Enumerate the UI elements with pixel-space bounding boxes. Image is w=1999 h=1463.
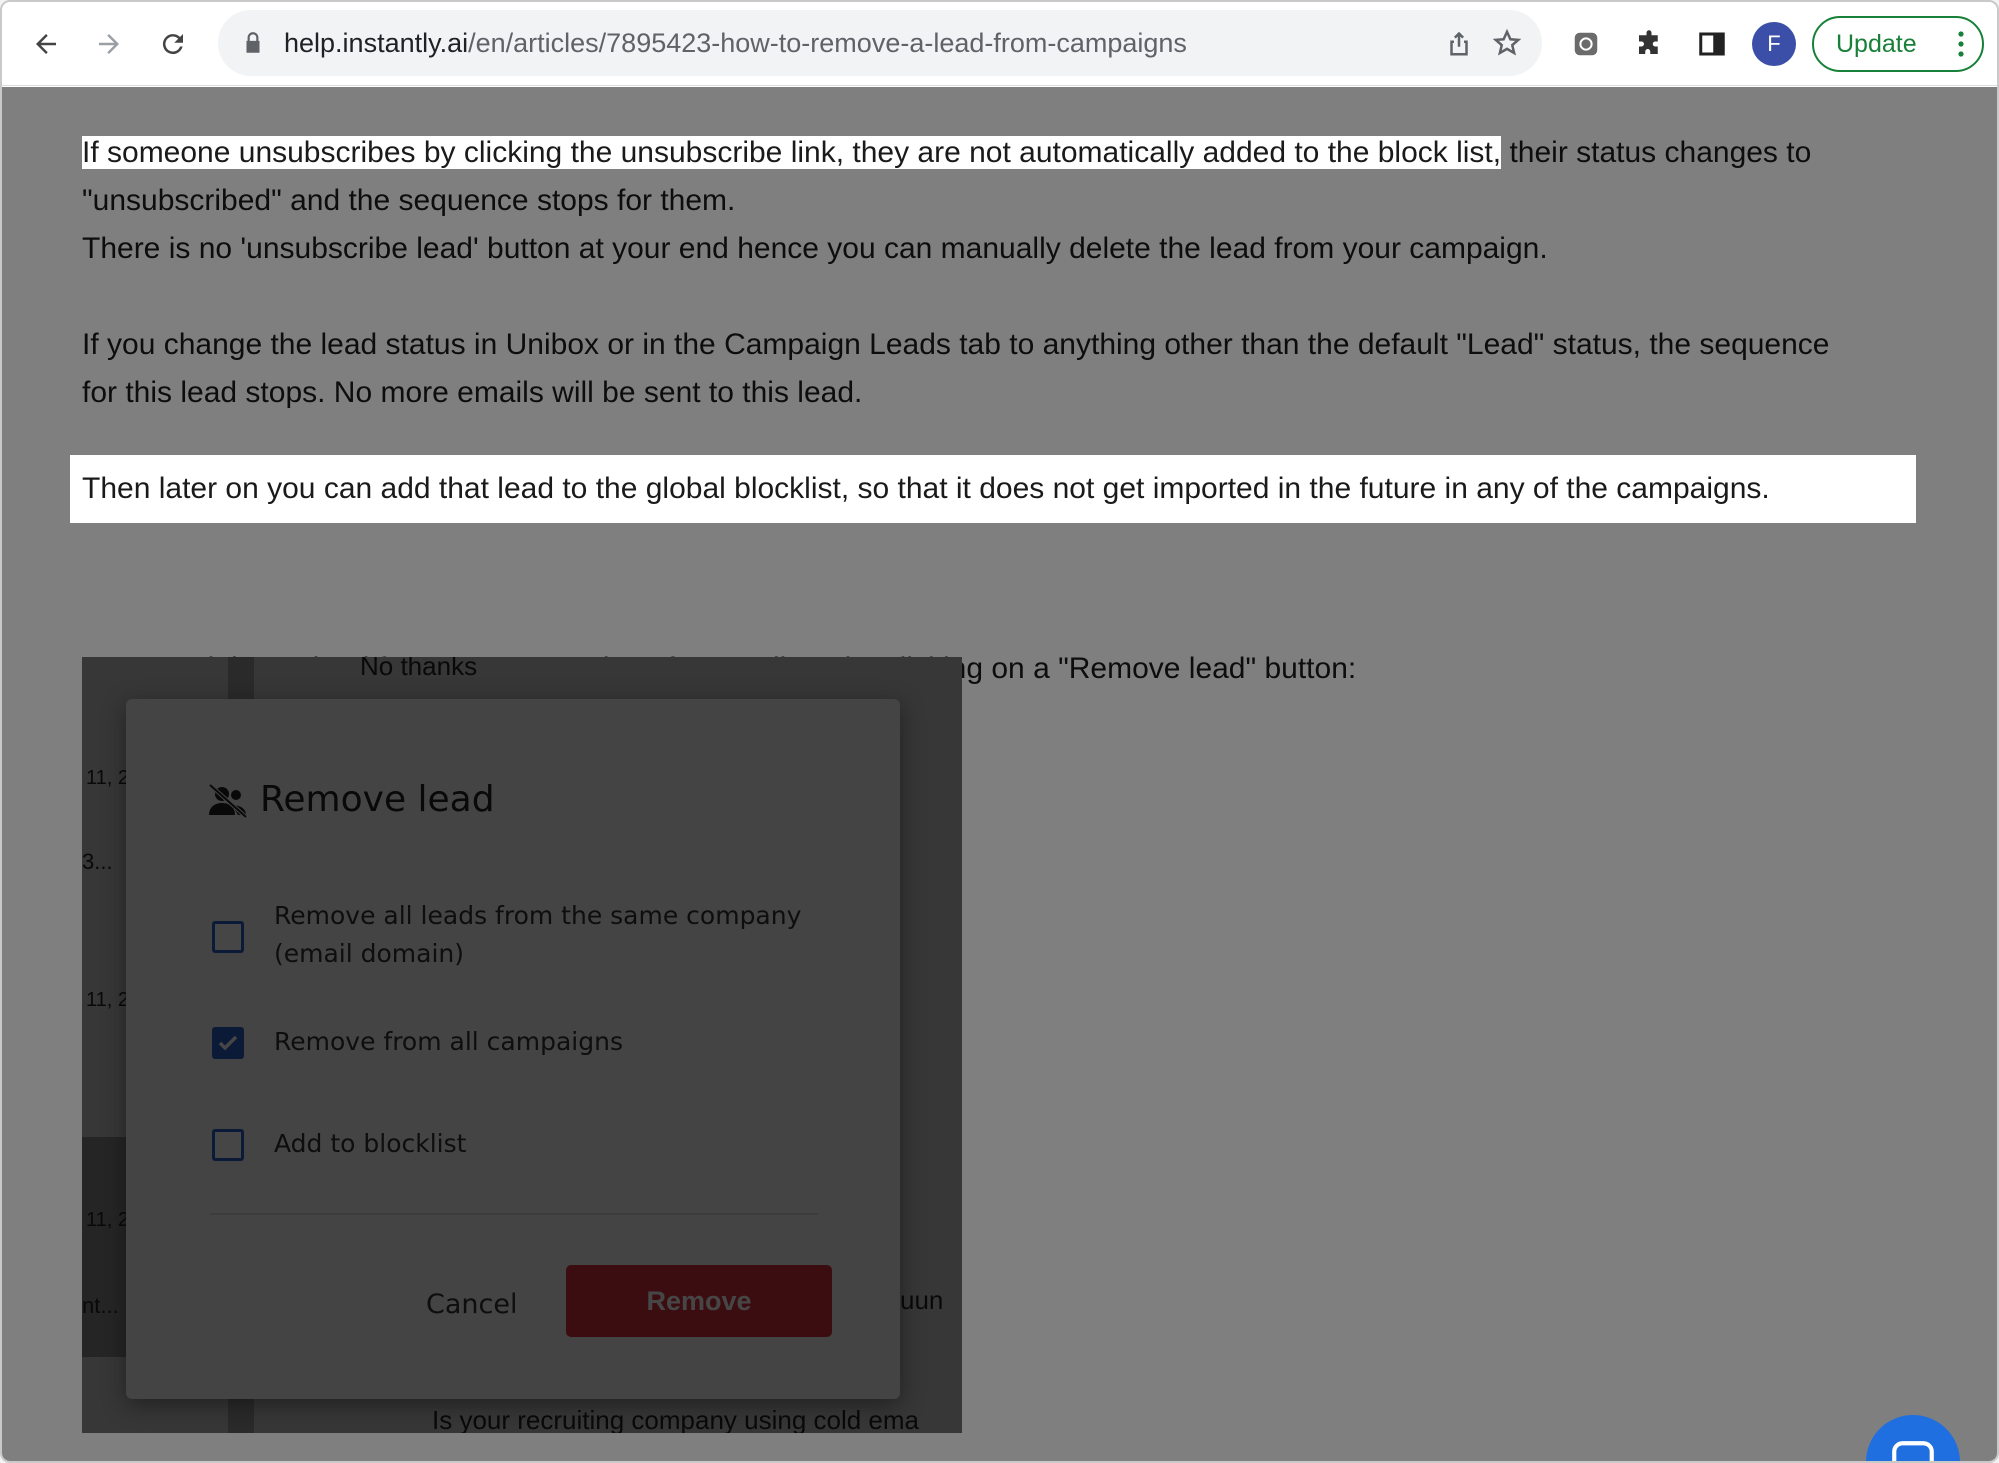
share-icon[interactable] <box>1444 28 1474 58</box>
side-panel-button[interactable] <box>1688 20 1736 68</box>
highlighted-block: Then later on you can add that lead to t… <box>70 455 1916 523</box>
arrow-right-icon <box>99 34 119 54</box>
article-content: If someone unsubscribes by clicking the … <box>2 87 1997 1461</box>
reload-icon <box>162 34 183 55</box>
extension-icon <box>1574 32 1598 56</box>
url-path: /en/articles/7895423-how-to-remove-a-lea… <box>468 28 1187 58</box>
dim-overlay <box>2 87 1997 1461</box>
chat-icon <box>1892 1441 1934 1461</box>
url-host: help.instantly.ai <box>284 28 469 58</box>
puzzle-icon <box>1639 30 1658 54</box>
extensions-menu-button[interactable] <box>1625 20 1673 68</box>
reload-button[interactable] <box>149 20 197 68</box>
browser-window: help.instantly.ai/en/articles/7895423-ho… <box>0 0 1999 1463</box>
browser-toolbar: help.instantly.ai/en/articles/7895423-ho… <box>2 2 1997 86</box>
back-button[interactable] <box>22 20 70 68</box>
profile-avatar[interactable]: F <box>1752 22 1796 66</box>
update-button[interactable]: Update <box>1812 16 1984 72</box>
url-text: help.instantly.ai/en/articles/7895423-ho… <box>284 10 1187 76</box>
more-vert-icon <box>1958 31 1964 57</box>
arrow-left-icon <box>36 34 56 54</box>
lock-icon <box>246 32 260 53</box>
star-icon[interactable] <box>1492 28 1522 58</box>
update-label: Update <box>1836 30 1917 58</box>
highlighted-sentence-1: If someone unsubscribes by clicking the … <box>82 136 1502 169</box>
address-bar[interactable]: help.instantly.ai/en/articles/7895423-ho… <box>218 10 1542 76</box>
forward-button[interactable] <box>85 20 133 68</box>
side-panel-icon <box>1699 32 1725 56</box>
extension-button[interactable] <box>1562 20 1610 68</box>
paragraph-4: Then later on you can add that lead to t… <box>82 472 1770 505</box>
